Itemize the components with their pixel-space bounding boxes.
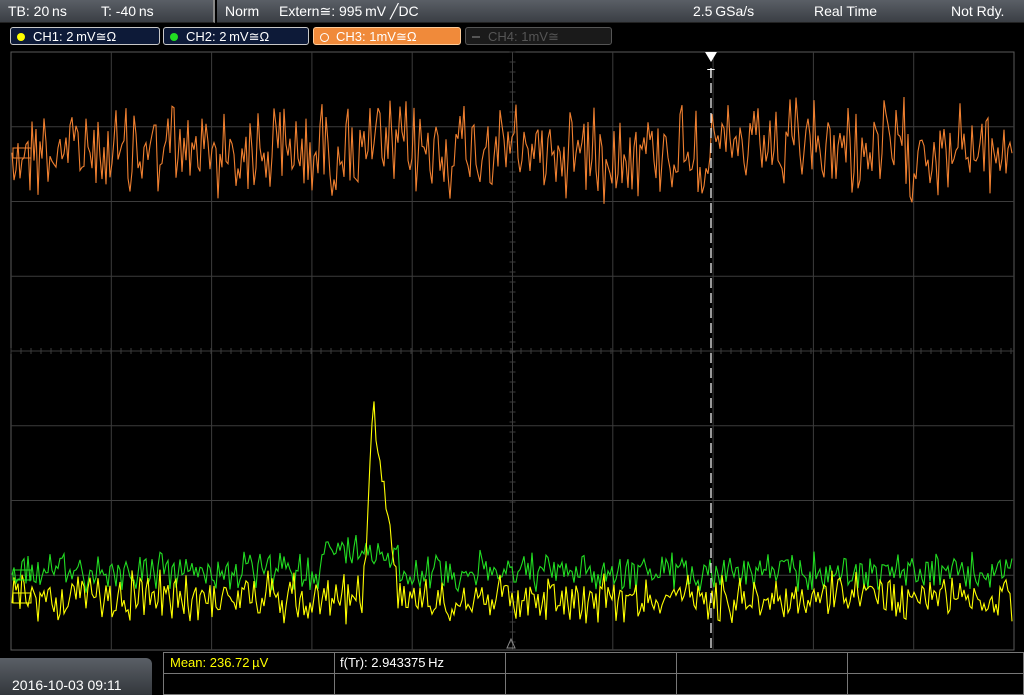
channel-2-color-icon <box>170 33 178 41</box>
datetime-box: 2016-10-03 09:11 <box>0 658 152 695</box>
trigger-source: Extern≅: 995 mV ╱DC <box>279 3 419 19</box>
datetime-label: 2016-10-03 09:11 <box>12 677 122 693</box>
channel-2-label: CH2: 2 mV≅Ω <box>186 29 270 44</box>
waveform-display[interactable]: T <box>0 50 1024 652</box>
channel-2-button[interactable]: CH2: 2 mV≅Ω <box>163 27 309 45</box>
measurement-panel[interactable]: Mean: 236.72 µV f(Tr): 2.943375 Hz <box>163 652 1024 695</box>
channel-3-button[interactable]: CH3: 1mV≅Ω <box>313 27 461 45</box>
trigger-mode: Norm <box>225 3 260 19</box>
channel-4-button[interactable]: CH4: 1mV≅ <box>465 27 612 45</box>
bottom-bar: 2016-10-03 09:11 Mean: 236.72 µV f(Tr): … <box>0 652 1024 695</box>
trigger-time-value: T: -40 ns <box>101 3 154 19</box>
channel-1-color-icon <box>17 33 25 41</box>
channel-1-label: CH1: 2 mV≅Ω <box>33 29 117 44</box>
acquisition-mode: Real Time <box>814 3 878 19</box>
trigger-marker-label: T <box>707 66 715 81</box>
channel-4-color-icon <box>472 36 480 38</box>
sample-rate: 2.5 GSa/s <box>693 3 755 19</box>
acquisition-info-box[interactable]: Norm Extern≅: 995 mV ╱DC 2.5 GSa/s Real … <box>217 0 1024 23</box>
channel-bar: CH1: 2 mV≅Ω CH2: 2 mV≅Ω CH3: 1mV≅Ω CH4: … <box>0 24 1024 48</box>
channel-3-label: CH3: 1mV≅Ω <box>336 29 417 44</box>
run-status: Not Rdy. <box>951 3 1005 19</box>
channel-1-button[interactable]: CH1: 2 mV≅Ω <box>10 27 160 45</box>
channel-3-color-icon <box>320 33 329 42</box>
frequency-measurement: f(Tr): 2.943375 Hz <box>340 655 444 670</box>
channel-4-label: CH4: 1mV≅ <box>488 29 559 44</box>
top-status-bar: TB: 20 ns T: -40 ns Norm Extern≅: 995 mV… <box>0 0 1024 24</box>
mean-measurement: Mean: 236.72 µV <box>170 655 269 670</box>
timebase-box[interactable]: TB: 20 ns T: -40 ns <box>0 0 215 23</box>
timebase-value: TB: 20 ns <box>8 3 67 19</box>
